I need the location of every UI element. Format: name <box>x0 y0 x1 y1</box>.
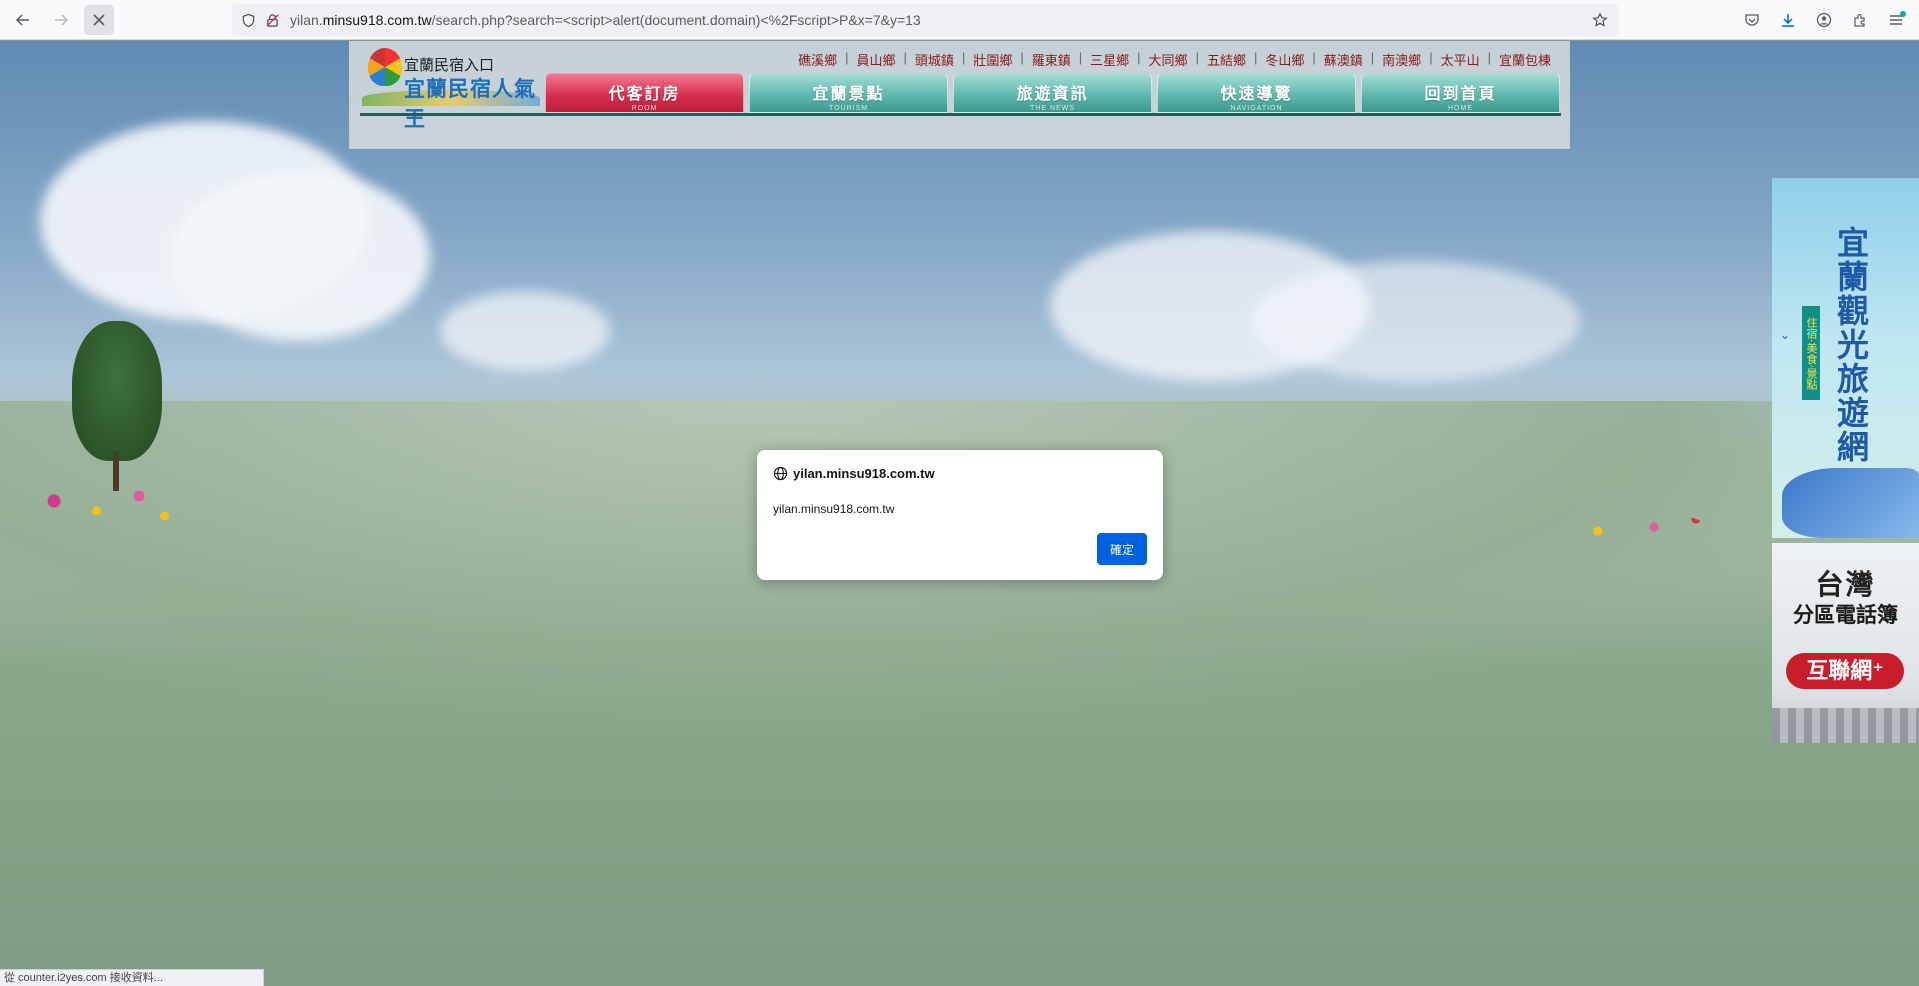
forward-button[interactable] <box>46 5 76 35</box>
browser-toolbar: yilan.minsu918.com.tw/search.php?search=… <box>0 0 1919 40</box>
address-bar[interactable]: yilan.minsu918.com.tw/search.php?search=… <box>232 4 1618 36</box>
insecure-lock-icon[interactable] <box>264 12 280 28</box>
shield-icon[interactable] <box>240 12 256 28</box>
stop-button[interactable] <box>84 4 114 35</box>
pocket-icon[interactable] <box>1737 5 1767 35</box>
account-icon[interactable] <box>1809 5 1839 35</box>
url-path: /search.php?search=<script>alert(documen… <box>431 12 921 28</box>
menu-icon[interactable] <box>1881 5 1911 35</box>
download-icon[interactable] <box>1773 5 1803 35</box>
update-dot <box>1900 11 1906 17</box>
arrow-left-icon <box>15 13 29 26</box>
url-domain: minsu918.com.tw <box>322 12 432 28</box>
status-bar: 從 counter.i2yes.com 接收資料... <box>0 969 264 986</box>
ok-button[interactable]: 確定 <box>1097 533 1147 565</box>
arrow-right-icon <box>55 13 69 26</box>
url-text[interactable]: yilan.minsu918.com.tw/search.php?search=… <box>290 12 921 28</box>
bookmark-star-icon[interactable] <box>1592 12 1608 33</box>
dialog-header: yilan.minsu918.com.tw <box>773 466 935 481</box>
dialog-origin: yilan.minsu918.com.tw <box>793 466 935 481</box>
toolbar-right <box>1737 5 1911 35</box>
extensions-icon[interactable] <box>1845 5 1875 35</box>
back-button[interactable] <box>8 5 38 35</box>
dialog-message: yilan.minsu918.com.tw <box>773 502 895 516</box>
alert-dialog: yilan.minsu918.com.tw yilan.minsu918.com… <box>757 450 1163 580</box>
close-icon <box>93 13 105 26</box>
url-subdomain: yilan. <box>290 12 323 28</box>
globe-icon <box>773 466 788 481</box>
